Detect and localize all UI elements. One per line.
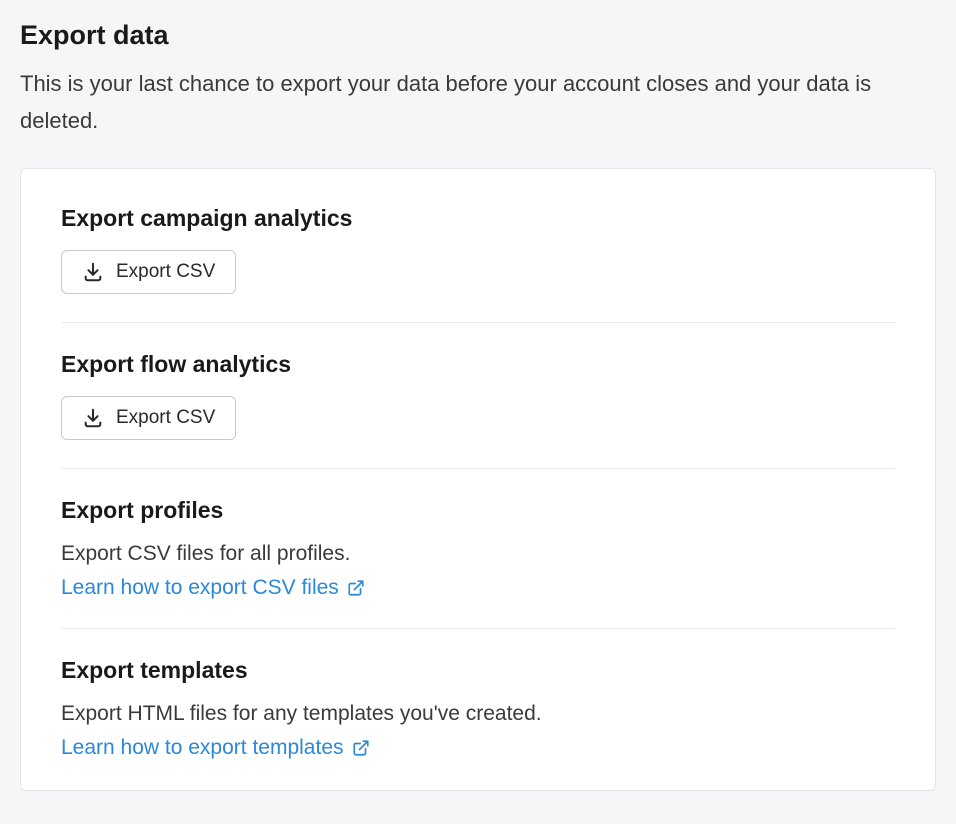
link-label: Learn how to export templates <box>61 736 344 760</box>
export-flow-csv-button[interactable]: Export CSV <box>61 396 236 440</box>
section-title-templates: Export templates <box>61 657 895 684</box>
export-button-label: Export CSV <box>116 407 215 429</box>
download-icon <box>82 407 104 429</box>
section-desc-profiles: Export CSV files for all profiles. <box>61 542 895 566</box>
learn-export-csv-link[interactable]: Learn how to export CSV files <box>61 576 365 600</box>
external-link-icon <box>352 739 370 757</box>
section-desc-templates: Export HTML files for any templates you'… <box>61 702 895 726</box>
section-profiles: Export profiles Export CSV files for all… <box>61 497 895 629</box>
link-label: Learn how to export CSV files <box>61 576 339 600</box>
export-card: Export campaign analytics Export CSV Exp… <box>20 168 936 791</box>
export-campaign-csv-button[interactable]: Export CSV <box>61 250 236 294</box>
section-title-flow: Export flow analytics <box>61 351 895 378</box>
export-button-label: Export CSV <box>116 261 215 283</box>
section-flow-analytics: Export flow analytics Export CSV <box>61 351 895 469</box>
section-campaign-analytics: Export campaign analytics Export CSV <box>61 205 895 323</box>
section-title-profiles: Export profiles <box>61 497 895 524</box>
section-title-campaign: Export campaign analytics <box>61 205 895 232</box>
download-icon <box>82 261 104 283</box>
page-subtitle: This is your last chance to export your … <box>20 65 910 140</box>
external-link-icon <box>347 579 365 597</box>
learn-export-templates-link[interactable]: Learn how to export templates <box>61 736 370 760</box>
page-title: Export data <box>20 20 936 51</box>
section-templates: Export templates Export HTML files for a… <box>61 657 895 760</box>
